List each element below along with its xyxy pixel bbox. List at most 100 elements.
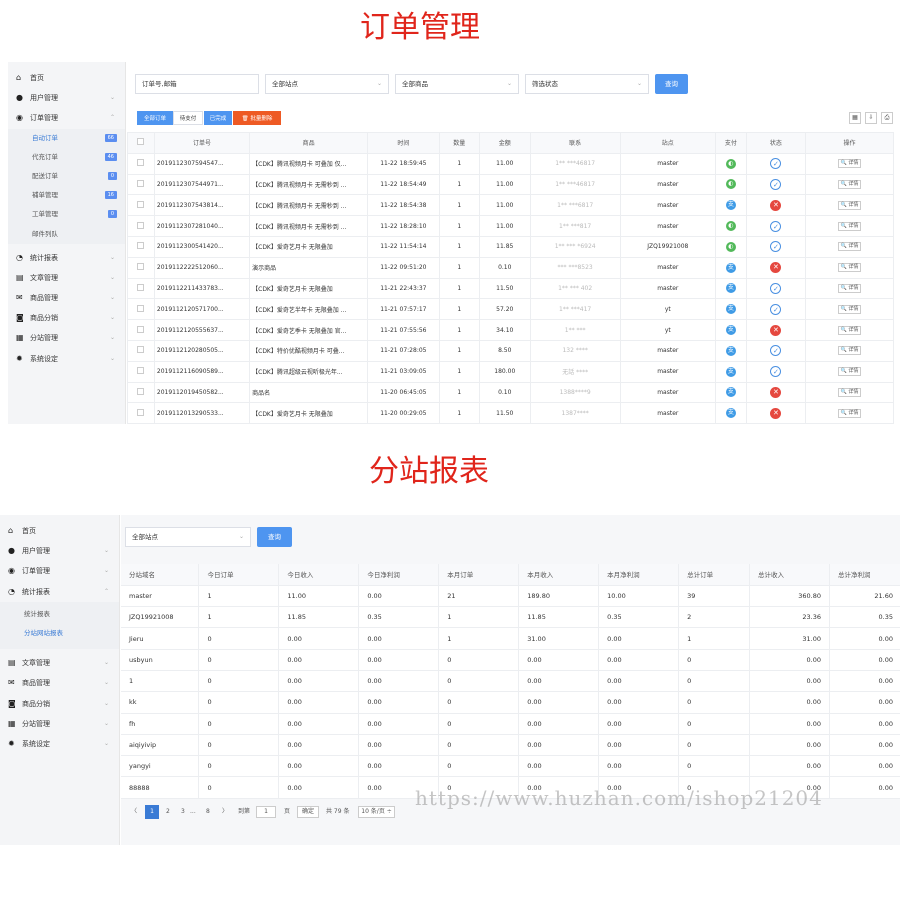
goto-page-input[interactable]: 1 bbox=[256, 806, 276, 818]
row-checkbox[interactable] bbox=[127, 215, 155, 237]
menu-orders[interactable]: ◉ 订单管理 ⌃ bbox=[8, 108, 125, 128]
menu-settings[interactable]: ✹ 系统设定 ⌄ bbox=[0, 734, 119, 754]
menu-orders[interactable]: ◉ 订单管理 ⌄ bbox=[0, 561, 119, 581]
table-row: 2019112120555637... 【CDK】爱奇艺季卡 无限叠加 官... 1… bbox=[127, 319, 894, 341]
table-row: 2019112116090589... 【CDK】腾讯超级云视听极光年... 11-… bbox=[127, 360, 894, 383]
menu-home[interactable]: ⌂ 首页 bbox=[0, 521, 119, 541]
row-checkbox[interactable] bbox=[127, 277, 155, 300]
detail-button[interactable]: 🔍 详情 bbox=[837, 387, 862, 397]
detail-button[interactable]: 🔍 详情 bbox=[837, 263, 862, 273]
row-checkbox[interactable] bbox=[127, 298, 155, 321]
alipay-icon: 支 bbox=[725, 325, 736, 336]
chevron-down-icon: ⌄ bbox=[109, 94, 115, 102]
next-page-button[interactable]: 〉 bbox=[222, 803, 228, 821]
submenu-stats-report[interactable]: 统计报表 bbox=[0, 605, 119, 624]
prev-page-button[interactable]: 〈 bbox=[131, 803, 137, 821]
row-checkbox[interactable] bbox=[127, 152, 155, 175]
row-checkbox[interactable] bbox=[127, 235, 155, 258]
goods-name: 【CDK】爱奇艺半年卡 无限叠加 ... bbox=[249, 298, 369, 321]
site-select[interactable]: 全部站点 ⌄ bbox=[265, 74, 389, 94]
order-qty: 1 bbox=[438, 298, 480, 321]
columns-icon[interactable]: ▦ bbox=[849, 112, 861, 124]
detail-button[interactable]: 🔍 详情 bbox=[837, 325, 862, 335]
page-2-button[interactable]: 2 bbox=[166, 803, 170, 821]
detail-button[interactable]: 🔍 详情 bbox=[837, 221, 862, 231]
order-id: 2019112116090589... bbox=[153, 360, 251, 383]
menu-substation[interactable]: ▦ 分站管理 ⌄ bbox=[8, 328, 125, 348]
goto-confirm-button[interactable]: 确定 bbox=[297, 806, 319, 818]
page-8-button[interactable]: 8 bbox=[206, 803, 210, 821]
menu-users[interactable]: ● 用户管理 ⌄ bbox=[8, 88, 125, 108]
batch-delete-button[interactable]: 🗑 批量删除 bbox=[233, 111, 281, 125]
tab-completed[interactable]: 已完成 bbox=[204, 111, 232, 125]
submenu-tickets[interactable]: 工单管理 0 bbox=[8, 205, 125, 224]
row-checkbox[interactable] bbox=[127, 319, 155, 341]
row-checkbox[interactable] bbox=[127, 256, 155, 279]
detail-button[interactable]: 🔍 详情 bbox=[837, 159, 862, 169]
menu-articles[interactable]: ▤ 文章管理 ⌄ bbox=[8, 268, 125, 288]
menu-settings[interactable]: ✹ 系统设定 ⌄ bbox=[8, 349, 125, 369]
order-amount: 11.00 bbox=[478, 173, 531, 196]
submenu-recharge-orders[interactable]: 代充订单 46 bbox=[8, 148, 125, 167]
row-checkbox[interactable] bbox=[127, 360, 155, 383]
row-checkbox[interactable] bbox=[127, 194, 155, 217]
menu-substation[interactable]: ▦ 分站管理 ⌄ bbox=[0, 714, 119, 734]
menu-home[interactable]: ⌂ 首页 bbox=[8, 68, 125, 88]
site-select[interactable]: 全部站点 ⌄ bbox=[125, 527, 251, 547]
menu-goods[interactable]: ✉ 商品管理 ⌄ bbox=[8, 288, 125, 308]
detail-button[interactable]: 🔍 详情 bbox=[837, 242, 862, 252]
submenu-supplement[interactable]: 補单管理 16 bbox=[8, 186, 125, 205]
query-button[interactable]: 查询 bbox=[655, 74, 688, 94]
menu-goods-dist[interactable]: ◙ 商品分销 ⌄ bbox=[0, 694, 119, 714]
order-id: 2019112120555637... bbox=[153, 319, 251, 341]
menu-stats[interactable]: ◔ 统计报表 ⌃ bbox=[0, 582, 119, 602]
detail-button[interactable]: 🔍 详情 bbox=[837, 367, 862, 377]
goods-select[interactable]: 全部商品 ⌄ bbox=[395, 74, 519, 94]
detail-button[interactable]: 🔍 详情 bbox=[837, 408, 862, 418]
detail-button[interactable]: 🔍 详情 bbox=[837, 283, 862, 293]
query-button[interactable]: 查询 bbox=[257, 527, 292, 547]
menu-goods-dist[interactable]: ◙ 商品分销 ⌄ bbox=[8, 308, 125, 328]
menu-users[interactable]: ● 用户管理 ⌄ bbox=[0, 541, 119, 561]
order-search-input[interactable]: 订单号,邮箱 bbox=[135, 74, 259, 94]
order-contact: 1387**** bbox=[529, 402, 621, 424]
submenu-delivery-orders[interactable]: 配送订单 0 bbox=[8, 167, 125, 186]
report-cell: 0.00 bbox=[829, 755, 900, 778]
table-row: 2019112307543814... 【CDK】腾讯视频月卡 无需秒到 ... 1… bbox=[127, 194, 894, 217]
column-header: 今日净利润 bbox=[358, 564, 440, 586]
page-3-button[interactable]: 3 bbox=[181, 803, 185, 821]
tab-unpaid[interactable]: 待支付 bbox=[173, 111, 203, 125]
detail-button[interactable]: 🔍 详情 bbox=[837, 179, 862, 189]
print-icon[interactable]: ⎙ bbox=[881, 112, 893, 124]
submenu-auto-orders[interactable]: 自动订单 66 bbox=[8, 129, 125, 148]
order-id: 2019112211433783... bbox=[153, 277, 251, 300]
menu-goods[interactable]: ✉ 商品管理 ⌄ bbox=[0, 673, 119, 693]
row-checkbox[interactable] bbox=[127, 402, 155, 424]
page-1-button[interactable]: 1 bbox=[145, 805, 159, 819]
column-header: 今日收入 bbox=[278, 564, 360, 586]
report-cell: 0 bbox=[438, 691, 520, 714]
row-checkbox[interactable] bbox=[127, 339, 155, 362]
order-site: master bbox=[619, 402, 716, 424]
submenu-substation-report[interactable]: 分站网站报表 bbox=[0, 624, 119, 643]
row-checkbox[interactable] bbox=[127, 381, 155, 404]
row-checkbox[interactable] bbox=[127, 173, 155, 196]
report-cell: 0 bbox=[678, 755, 751, 778]
select-all-checkbox[interactable] bbox=[127, 132, 155, 154]
tab-all-orders[interactable]: 全部订单 bbox=[137, 111, 173, 125]
per-page-select[interactable]: 10 条/页 ÷ bbox=[358, 806, 395, 818]
detail-button[interactable]: 🔍 详情 bbox=[837, 200, 862, 210]
detail-button[interactable]: 🔍 详情 bbox=[837, 304, 862, 314]
report-cell: 23.36 bbox=[749, 606, 830, 629]
report-cell: 31.00 bbox=[518, 627, 600, 650]
order-amount: 11.00 bbox=[478, 215, 531, 237]
order-contact: 1** ***46817 bbox=[529, 152, 621, 175]
menu-articles[interactable]: ▤ 文章管理 ⌄ bbox=[0, 653, 119, 673]
detail-button[interactable]: 🔍 详情 bbox=[837, 346, 862, 356]
report-cell: 31.00 bbox=[749, 627, 830, 650]
submenu-mail-queue[interactable]: 邮件列队 bbox=[8, 225, 125, 244]
status-select[interactable]: 筛选状态 ⌄ bbox=[525, 74, 649, 94]
report-cell: 0.00 bbox=[278, 776, 360, 799]
menu-stats[interactable]: ◔ 统计报表 ⌄ bbox=[8, 248, 125, 268]
export-icon[interactable]: ⇩ bbox=[865, 112, 877, 124]
